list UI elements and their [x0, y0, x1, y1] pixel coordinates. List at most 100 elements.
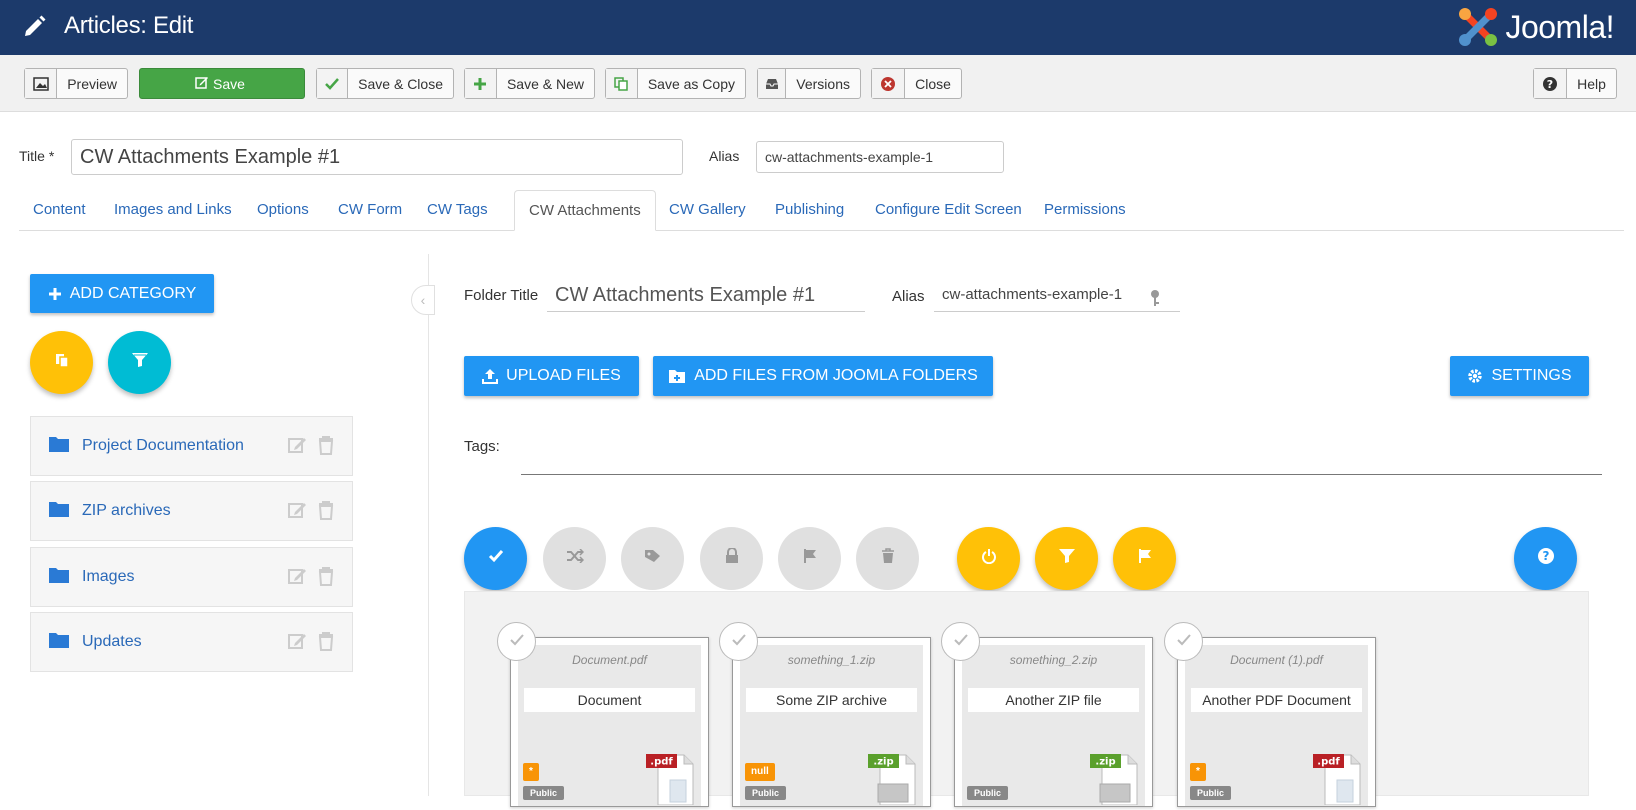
- language-badge: null: [745, 763, 775, 781]
- power-button[interactable]: [957, 527, 1020, 590]
- check-icon: [317, 69, 349, 98]
- tab-cw-gallery[interactable]: CW Gallery: [655, 190, 760, 231]
- file-name: Document.pdf: [572, 653, 647, 667]
- language-badge: *: [523, 763, 539, 781]
- file-name: something_1.zip: [787, 653, 876, 667]
- tab-configure-edit-screen[interactable]: Configure Edit Screen: [861, 190, 1036, 231]
- file-caption[interactable]: Another ZIP file: [968, 688, 1139, 712]
- save-as-copy-button[interactable]: Save as Copy: [605, 68, 746, 99]
- folder-title-input[interactable]: CW Attachments Example #1: [547, 278, 865, 312]
- flag-icon: [803, 548, 817, 569]
- check-icon: [953, 633, 968, 651]
- add-category-label: ADD CATEGORY: [69, 284, 197, 302]
- flag-button[interactable]: [778, 527, 841, 590]
- tab-cw-form[interactable]: CW Form: [324, 190, 416, 231]
- zip-file-icon: .zip: [868, 750, 918, 810]
- edit-icon[interactable]: [287, 500, 307, 525]
- edit-icon[interactable]: [287, 631, 307, 656]
- trash-icon[interactable]: [317, 631, 335, 656]
- delete-button[interactable]: [856, 527, 919, 590]
- settings-label: SETTINGS: [1491, 367, 1572, 384]
- file-select-checkbox[interactable]: [497, 622, 536, 661]
- plus-icon: [48, 287, 62, 301]
- help-fab-button[interactable]: ?: [1514, 527, 1577, 590]
- file-select-checkbox[interactable]: [1164, 622, 1203, 661]
- file-caption[interactable]: Another PDF Document: [1191, 688, 1362, 712]
- category-item[interactable]: Project Documentation: [30, 416, 353, 476]
- joomla-logo[interactable]: Joomla!: [1457, 4, 1614, 50]
- filter-categories-button[interactable]: [108, 331, 171, 394]
- settings-button[interactable]: SETTINGS: [1450, 356, 1589, 396]
- copy-icon: [606, 69, 638, 98]
- tab-permissions[interactable]: Permissions: [1030, 190, 1140, 231]
- save-as-copy-label: Save as Copy: [647, 75, 735, 92]
- help-label: Help: [1577, 75, 1606, 92]
- upload-files-button[interactable]: UPLOAD FILES: [464, 356, 639, 396]
- file-caption[interactable]: Document: [524, 688, 695, 712]
- filter-files-button[interactable]: [1035, 527, 1098, 590]
- preview-label: Preview: [67, 75, 117, 92]
- select-all-button[interactable]: [464, 527, 527, 590]
- paste-button[interactable]: [30, 331, 93, 394]
- save-new-label: Save & New: [506, 75, 584, 92]
- move-button[interactable]: [543, 527, 606, 590]
- save-close-label: Save & Close: [358, 75, 443, 92]
- folder-plus-icon: [668, 369, 686, 384]
- collapse-sidebar-button[interactable]: ‹: [411, 285, 435, 315]
- file-card[interactable]: something_1.zip Some ZIP archive null Pu…: [732, 637, 931, 807]
- add-category-button[interactable]: ADD CATEGORY: [30, 274, 214, 313]
- category-name[interactable]: Updates: [82, 633, 142, 651]
- category-name[interactable]: Images: [82, 568, 134, 586]
- category-item[interactable]: ZIP archives: [30, 481, 353, 541]
- file-name: Document (1).pdf: [1230, 653, 1323, 667]
- lock-button[interactable]: [700, 527, 763, 590]
- key-icon[interactable]: [1150, 286, 1160, 320]
- category-name[interactable]: ZIP archives: [82, 502, 171, 520]
- pdf-file-icon: .pdf: [646, 750, 696, 810]
- preview-button[interactable]: Preview: [24, 68, 128, 99]
- trash-icon[interactable]: [317, 500, 335, 525]
- save-new-button[interactable]: Save & New: [464, 68, 595, 99]
- category-item[interactable]: Updates: [30, 612, 353, 672]
- alias-input[interactable]: cw-attachments-example-1: [756, 141, 1004, 173]
- close-button[interactable]: Close: [871, 68, 962, 99]
- file-select-checkbox[interactable]: [719, 622, 758, 661]
- trash-icon[interactable]: [317, 435, 335, 460]
- edit-icon[interactable]: [287, 435, 307, 460]
- file-card[interactable]: something_2.zip Another ZIP file Public …: [954, 637, 1153, 807]
- file-ext: .pdf: [650, 757, 673, 768]
- tag-button[interactable]: [621, 527, 684, 590]
- category-name[interactable]: Project Documentation: [82, 437, 244, 455]
- flag-filter-button[interactable]: [1113, 527, 1176, 590]
- edit-icon[interactable]: [287, 566, 307, 591]
- help-button[interactable]: ? Help: [1533, 68, 1617, 99]
- tab-bar: Content Images and Links Options CW Form…: [19, 190, 1624, 231]
- tags-input[interactable]: [521, 474, 1602, 475]
- edit-icon: [195, 75, 209, 92]
- save-button[interactable]: Save: [139, 68, 305, 99]
- tab-cw-attachments[interactable]: CW Attachments: [514, 190, 656, 231]
- help-icon: ?: [1534, 69, 1567, 98]
- close-label: Close: [915, 75, 951, 92]
- category-item[interactable]: Images: [30, 547, 353, 607]
- flag-icon: [1138, 548, 1152, 569]
- folder-icon: [48, 631, 70, 654]
- tab-options[interactable]: Options: [243, 190, 323, 231]
- file-card[interactable]: Document.pdf Document * Public .pdf: [510, 637, 709, 807]
- versions-button[interactable]: Versions: [757, 68, 861, 99]
- status-badge: Public: [1190, 786, 1232, 800]
- add-joomla-files-button[interactable]: ADD FILES FROM JOOMLA FOLDERS: [653, 356, 993, 396]
- tab-publishing[interactable]: Publishing: [761, 190, 858, 231]
- file-caption[interactable]: Some ZIP archive: [746, 688, 917, 712]
- tab-cw-tags[interactable]: CW Tags: [413, 190, 502, 231]
- save-close-button[interactable]: Save & Close: [316, 68, 454, 99]
- folder-alias-input[interactable]: cw-attachments-example-1: [934, 278, 1180, 312]
- tab-content[interactable]: Content: [19, 190, 100, 231]
- file-card[interactable]: Document (1).pdf Another PDF Document * …: [1177, 637, 1376, 807]
- tab-images-and-links[interactable]: Images and Links: [100, 190, 246, 231]
- file-select-checkbox[interactable]: [941, 622, 980, 661]
- title-input[interactable]: CW Attachments Example #1: [71, 139, 683, 175]
- joomla-logo-icon: [1459, 8, 1498, 46]
- trash-icon[interactable]: [317, 566, 335, 591]
- zip-file-icon: .zip: [1090, 750, 1140, 810]
